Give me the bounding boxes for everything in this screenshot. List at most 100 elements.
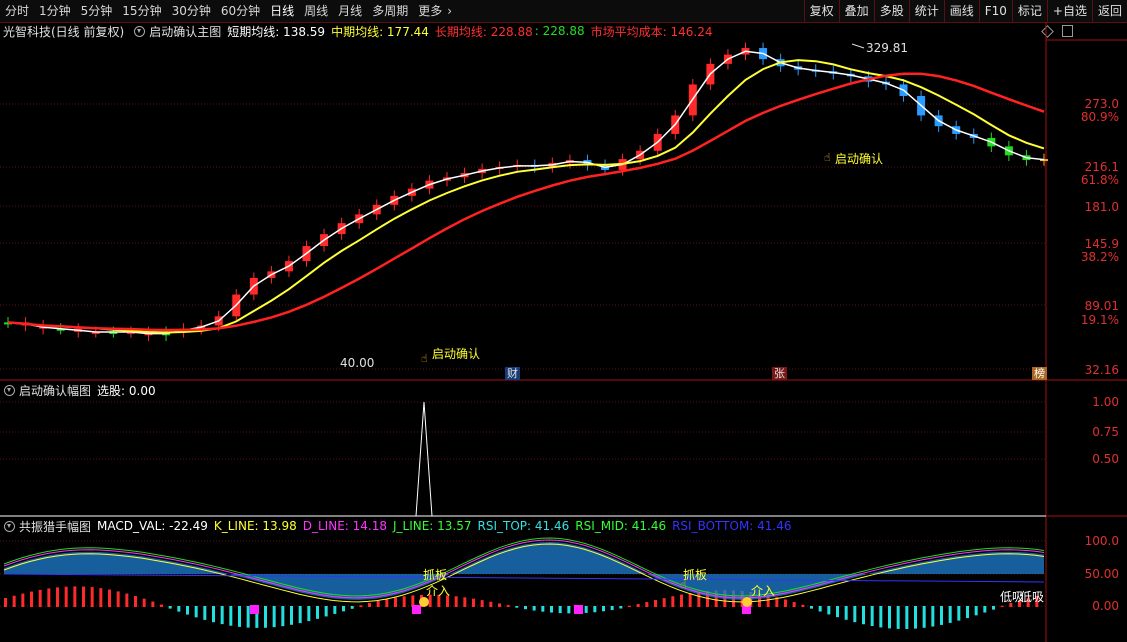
macd-bar — [194, 606, 198, 618]
macd-bar — [567, 606, 571, 614]
macd-bar — [654, 600, 657, 607]
macd-bar — [47, 588, 51, 607]
hand-icon: ☝ — [824, 151, 831, 164]
macd-bar — [931, 606, 935, 627]
macd-bar — [671, 596, 675, 607]
macd-bar — [324, 606, 328, 617]
axis-label: 32.16 — [1084, 363, 1119, 377]
macd-bar — [472, 598, 475, 607]
macd-bar — [480, 600, 484, 607]
macd-bar — [333, 606, 337, 614]
axis-label: 61.8% — [1080, 173, 1119, 187]
macd-bar — [298, 606, 302, 624]
macd-bar — [281, 606, 285, 627]
macd-bar — [801, 604, 805, 607]
axis-label: 89.01 — [1084, 299, 1119, 313]
macd-bar — [108, 589, 111, 607]
macd-bar — [792, 602, 796, 607]
macd-bar — [307, 606, 311, 622]
macd-bar — [489, 601, 493, 607]
macd-bar — [177, 606, 181, 612]
macd-bar — [870, 606, 874, 627]
hand-icon: ☝ — [421, 352, 428, 365]
axis-label: 19.1% — [1080, 313, 1119, 327]
macd-bar — [368, 603, 371, 607]
macd-bar — [56, 587, 59, 607]
axis-label: 0.50 — [1092, 452, 1119, 466]
macd-bar — [688, 593, 692, 607]
macd-bar — [983, 606, 987, 613]
kline-chart[interactable] — [0, 0, 1127, 642]
macd-bar — [619, 606, 623, 609]
macd-bar — [342, 606, 345, 612]
macd-bar — [818, 606, 822, 612]
axis-label: 1.00 — [1092, 395, 1119, 409]
jieru-label: 介入 — [426, 584, 451, 598]
macd-bar — [359, 605, 363, 607]
macd-bar — [974, 606, 978, 616]
signal-square — [412, 605, 421, 614]
signal-square — [574, 605, 583, 614]
macd-bar — [264, 606, 267, 628]
macd-bar — [238, 606, 241, 627]
macd-bar — [454, 596, 458, 607]
axis-label: 145.9 — [1084, 237, 1119, 251]
macd-bar — [515, 606, 519, 608]
macd-bar — [350, 606, 354, 609]
high-price-label: 329.81 — [866, 41, 908, 55]
axis-label: 80.9% — [1080, 110, 1119, 124]
axis-label: 181.0 — [1084, 200, 1119, 214]
money-icon — [419, 597, 429, 607]
macd-bar — [99, 588, 103, 607]
macd-bar — [784, 599, 787, 607]
macd-bar — [836, 606, 839, 618]
macd-bar — [463, 597, 467, 607]
axis-label: 50.00 — [1084, 567, 1119, 581]
macd-bar — [844, 606, 848, 620]
macd-bar — [73, 586, 77, 607]
macd-bar — [602, 606, 605, 612]
short-ma-line — [7, 50, 1045, 335]
macd-bar — [532, 606, 536, 611]
axis-label: 100.0 — [1084, 534, 1119, 548]
event-badge-zhang[interactable]: 张 — [772, 367, 787, 380]
macd-bar — [125, 593, 129, 607]
axis-label: 273.0 — [1084, 97, 1119, 111]
macd-bar — [498, 603, 501, 607]
macd-bar — [645, 602, 649, 607]
macd-bar — [116, 591, 120, 607]
macd-bar — [272, 606, 276, 628]
macd-bar — [64, 586, 68, 607]
event-badge-cai[interactable]: 财 — [505, 367, 520, 380]
macd-bar — [662, 598, 666, 607]
macd-bar — [316, 606, 319, 619]
macd-bar — [922, 606, 926, 628]
rsi-bottom-line — [3, 573, 1045, 583]
macd-bar — [1000, 605, 1004, 607]
macd-bar — [212, 606, 215, 623]
macd-bar — [203, 606, 207, 620]
macd-bar — [12, 595, 16, 607]
jieru-label-2: 介入 — [751, 584, 776, 598]
macd-bar — [888, 606, 891, 629]
macd-bar — [862, 606, 865, 625]
macd-bar — [82, 586, 85, 607]
axis-label: 0.00 — [1092, 599, 1119, 613]
event-badge-bang[interactable]: 榜 — [1032, 367, 1047, 380]
macd-bar — [905, 606, 909, 629]
macd-bar — [992, 606, 995, 610]
macd-bar — [168, 606, 172, 609]
macd-bar — [940, 606, 943, 625]
macd-bar — [394, 597, 397, 607]
macd-bar — [160, 604, 163, 607]
macd-bar — [948, 606, 952, 623]
high-marker — [851, 43, 865, 49]
macd-bar — [90, 587, 94, 607]
signal-square — [250, 605, 259, 614]
signal-label-1: 启动确认 — [432, 347, 481, 361]
macd-bar — [550, 606, 553, 613]
macd-bar — [827, 606, 831, 615]
axis-label: 38.2% — [1080, 250, 1119, 264]
macd-bar — [30, 591, 33, 607]
macd-bar — [229, 606, 233, 626]
